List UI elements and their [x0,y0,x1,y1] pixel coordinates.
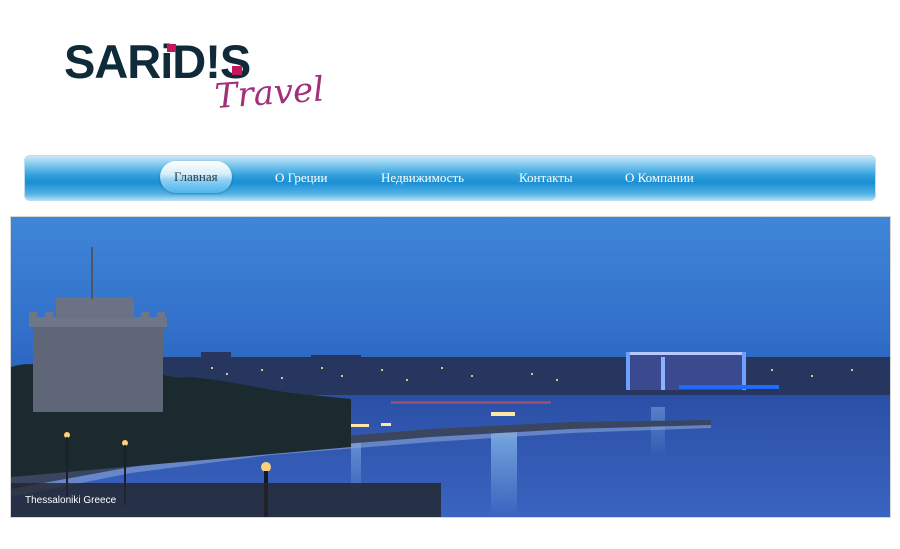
page: SARiD!S Travel Главная О Греции Недвижим… [0,0,900,549]
nav-item-about-greece[interactable]: О Греции [275,167,327,189]
hero-photo-thessaloniki [11,217,890,517]
nav-item-home[interactable]: Главная [160,161,232,193]
site-logo[interactable]: SARiD!S Travel [64,38,325,122]
nav-item-contacts[interactable]: Контакты [519,167,573,189]
nav-item-about-company[interactable]: О Компании [625,167,694,189]
hero-slideshow[interactable]: Thessaloniki Greece [10,216,891,518]
nav-item-real-estate[interactable]: Недвижимость [381,167,464,189]
hero-caption: Thessaloniki Greece [25,495,117,506]
logo-tagline: Travel [213,69,326,117]
main-navigation: Главная О Греции Недвижимость Контакты О… [24,155,876,201]
hero-caption-bar: Thessaloniki Greece [11,483,441,517]
